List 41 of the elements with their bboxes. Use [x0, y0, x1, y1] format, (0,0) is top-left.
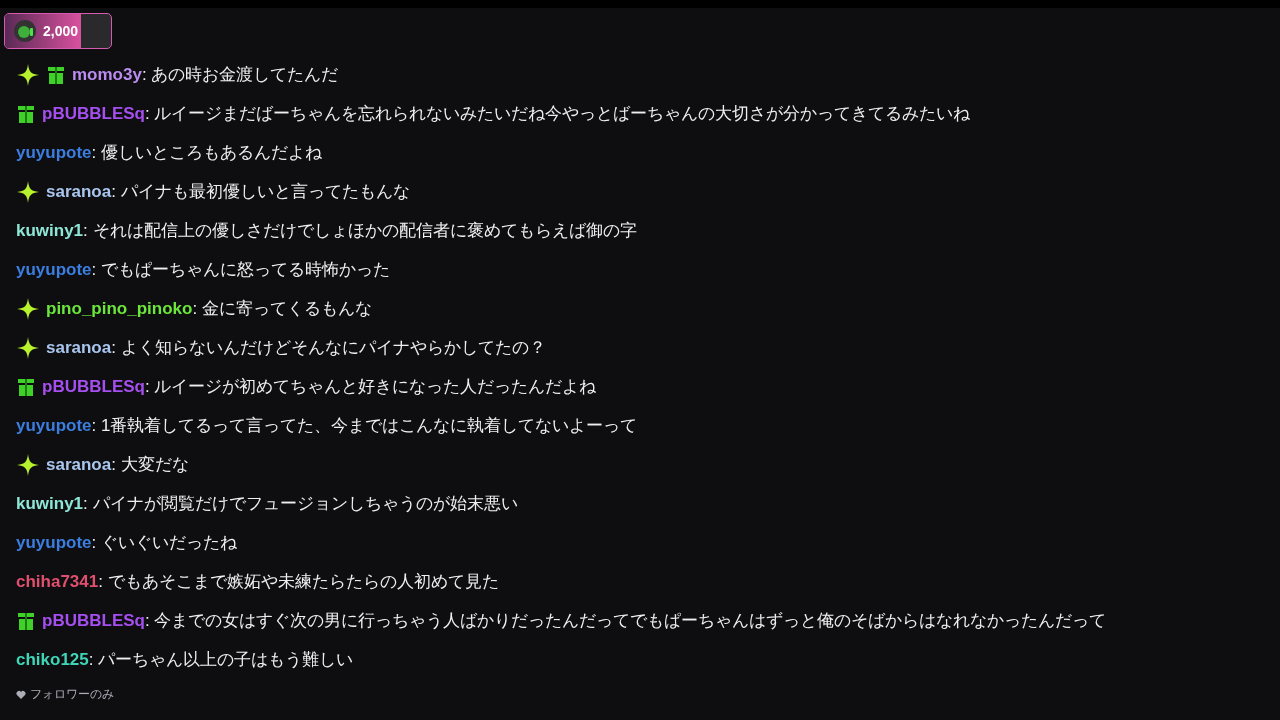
- points-avatar-icon: [13, 19, 37, 43]
- chat-message: : ぐいぐいだったね: [91, 532, 237, 554]
- chat-username[interactable]: yuyupote: [16, 259, 92, 280]
- chat-message: : パイナも最初優しいと言ってたもんな: [111, 181, 410, 203]
- points-amount: 2,000: [43, 23, 79, 39]
- chat-username[interactable]: pino_pino_pinoko: [46, 298, 193, 319]
- chat-username[interactable]: chiko125: [16, 649, 89, 670]
- chat-username[interactable]: momo3y: [72, 64, 142, 85]
- chat-username[interactable]: saranoa: [46, 181, 112, 202]
- channel-points-badge[interactable]: 2,000: [4, 13, 112, 49]
- chat-username[interactable]: kuwiny1: [16, 220, 84, 241]
- chat-username[interactable]: pBUBBLESq: [42, 610, 145, 631]
- chat-message: : ルイージまだばーちゃんを忘れられないみたいだね今やっとばーちゃんの大切さが分かってきてるみたいね: [144, 103, 971, 125]
- chat-message: : 今までの女はすぐ次の男に行っちゃう人ばかりだったんだってでもぱーちゃんはずっと俺のそばからはなれなかったんだって: [144, 610, 1107, 632]
- chat-username[interactable]: kuwiny1: [16, 493, 84, 514]
- chat-username[interactable]: pBUBBLESq: [42, 103, 145, 124]
- chat-username[interactable]: yuyupote: [16, 142, 92, 163]
- gift-badge-icon: [16, 610, 36, 631]
- chat-message: : でもぱーちゃんに怒ってる時怖かった: [91, 259, 390, 281]
- chat-username[interactable]: yuyupote: [16, 532, 92, 553]
- chat-message: : あの時お金渡してたんだ: [141, 64, 339, 86]
- chat-username[interactable]: pBUBBLESq: [42, 376, 145, 397]
- chat-message: : 優しいところもあるんだよね: [91, 142, 322, 164]
- chat-message: : 1番執着してるって言ってた、今まではこんなに執着してないよーって: [91, 415, 638, 437]
- followers-only-label: フォロワーのみ: [30, 686, 114, 703]
- chat-message: : でもあそこまで嫉妬や未練たらたらの人初めて見た: [98, 571, 499, 593]
- chat-username[interactable]: chiha7341: [16, 571, 99, 592]
- gift-badge-icon: [46, 64, 66, 85]
- chat-username[interactable]: saranoa: [46, 454, 112, 475]
- chat-message: : パイナが閲覧だけでフュージョンしちゃうのが始末悪い: [83, 493, 518, 515]
- gift-badge-icon: [16, 376, 36, 397]
- chat-message: : 金に寄ってくるもんな: [192, 298, 372, 320]
- gift-badge-icon: [16, 103, 36, 124]
- chat-message: : ルイージが初めてちゃんと好きになった人だったんだよね: [144, 376, 597, 398]
- chat-message: : それは配信上の優しさだけでしょほかの配信者に褒めてもらえば御の字: [83, 220, 637, 242]
- chat-username[interactable]: yuyupote: [16, 415, 92, 436]
- chat-message: : 大変だな: [111, 454, 189, 476]
- heart-icon: [16, 689, 26, 700]
- chat-username[interactable]: saranoa: [46, 337, 112, 358]
- chat-message: : よく知らないんだけどそんなにパイナやらかしてたの？: [111, 337, 546, 359]
- chat-message: : パーちゃん以上の子はもう難しい: [88, 649, 354, 671]
